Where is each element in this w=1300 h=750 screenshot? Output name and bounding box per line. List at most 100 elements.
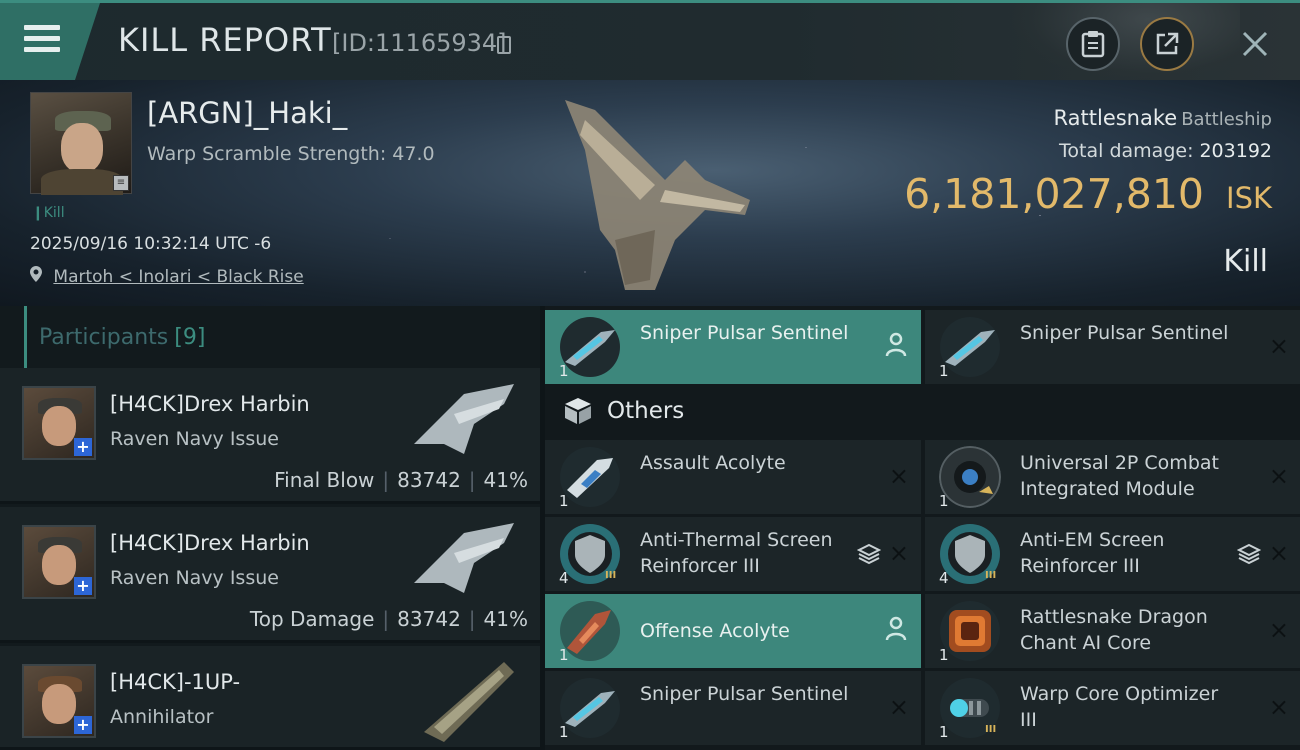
participant-ship-image	[424, 662, 514, 742]
tier-badge: III	[605, 570, 617, 581]
participant-ship-image	[414, 384, 514, 454]
avatar[interactable]: +	[22, 525, 96, 599]
avatar[interactable]: +	[22, 386, 96, 460]
close-icon[interactable]: ×	[1269, 462, 1289, 490]
participant-row[interactable]: + [H4CK]-1UP- Annihilator	[0, 646, 540, 750]
participant-damage: 83742	[397, 607, 461, 631]
item-name: Offense Acolyte	[640, 620, 790, 642]
report-id: [ID:11165934]	[332, 29, 507, 57]
menu-button[interactable]	[0, 3, 100, 80]
planet-backdrop	[1010, 3, 1240, 83]
item-slot[interactable]: 1 Sniper Pulsar Sentinel ×	[545, 671, 921, 745]
item-quantity: 1	[559, 492, 569, 510]
stack-icon[interactable]	[1237, 543, 1261, 565]
item-name: Anti-EM Screen Reinforcer III	[1020, 529, 1165, 577]
clipboard-button[interactable]	[1066, 17, 1120, 71]
item-slot[interactable]: III 4 Anti-EM Screen Reinforcer III ×	[925, 517, 1300, 591]
cube-icon	[565, 398, 591, 424]
victim-avatar[interactable]: ≡	[30, 92, 132, 195]
tier-badge: III	[985, 570, 997, 581]
close-icon[interactable]: ×	[889, 693, 909, 721]
participants-label: Participants	[39, 324, 169, 350]
kill-result: Kill	[1223, 244, 1268, 279]
participant-row[interactable]: + [H4CK]Drex Harbin Raven Navy Issue Top…	[0, 507, 540, 643]
item-name: Warp Core Optimizer III	[1020, 683, 1219, 731]
menu-icon	[24, 25, 60, 53]
item-slot[interactable]: 1 Universal 2P Combat Integrated Module …	[925, 440, 1300, 514]
participant-name: [H4CK]Drex Harbin	[110, 392, 310, 416]
share-button[interactable]	[1140, 17, 1194, 71]
item-quantity: 1	[559, 646, 569, 664]
isk-value: 6,181,027,810 ISK	[904, 170, 1272, 218]
stack-icon[interactable]	[857, 543, 881, 565]
participant-row[interactable]: + [H4CK]Drex Harbin Raven Navy Issue Fin…	[0, 368, 540, 504]
item-slot[interactable]: 1 Sniper Pulsar Sentinel ×	[925, 310, 1300, 384]
victim-ship[interactable]: Rattlesnake Battleship	[1054, 106, 1272, 130]
participant-ship: Annihilator	[110, 706, 214, 728]
close-button[interactable]	[1228, 17, 1282, 71]
menu-tag-icon: ≡	[113, 175, 129, 191]
others-section-header: Others	[545, 384, 1300, 438]
kill-tag: ❙Kill	[32, 205, 65, 221]
participant-percent: 41%	[483, 468, 528, 492]
item-slot[interactable]: III 1 Warp Core Optimizer III ×	[925, 671, 1300, 745]
plus-icon: +	[74, 577, 92, 595]
item-quantity: 1	[559, 723, 569, 741]
page-title: KILL REPORT	[118, 21, 332, 59]
total-damage-label: Total damage:	[1059, 140, 1194, 162]
close-icon	[1242, 31, 1268, 57]
items-panel: 1 Sniper Pulsar Sentinel 1 Sniper Pulsar…	[545, 306, 1300, 750]
plus-icon: +	[74, 438, 92, 456]
copy-icon[interactable]	[497, 36, 511, 54]
participant-name: [H4CK]Drex Harbin	[110, 531, 310, 555]
location-link[interactable]: Martoh < Inolari < Black Rise	[53, 267, 303, 287]
close-icon[interactable]: ×	[889, 539, 909, 567]
person-icon	[885, 616, 907, 641]
tier-badge: III	[985, 724, 997, 735]
item-slot[interactable]: III 4 Anti-Thermal Screen Reinforcer III…	[545, 517, 921, 591]
kill-tag-label: Kill	[43, 205, 65, 221]
close-icon[interactable]: ×	[1269, 693, 1289, 721]
clipboard-icon	[1081, 31, 1105, 58]
participant-stats: Final Blow | 83742 | 41%	[274, 468, 528, 492]
close-icon[interactable]: ×	[1269, 332, 1289, 360]
participant-ship-image	[414, 523, 514, 593]
close-icon[interactable]: ×	[889, 462, 909, 490]
item-quantity: 1	[939, 723, 949, 741]
avatar[interactable]: +	[22, 664, 96, 738]
item-name: Universal 2P Combat Integrated Module	[1020, 452, 1219, 500]
participant-role: Final Blow	[274, 468, 375, 492]
item-slot[interactable]: 1 Assault Acolyte ×	[545, 440, 921, 514]
victim-name[interactable]: [ARGN]_Haki_	[147, 96, 347, 130]
item-name: Rattlesnake Dragon Chant AI Core	[1020, 606, 1208, 654]
ship-class: Battleship	[1181, 109, 1272, 130]
others-label: Others	[607, 398, 685, 424]
close-icon[interactable]: ×	[1269, 616, 1289, 644]
isk-amount: 6,181,027,810	[904, 170, 1205, 218]
participant-percent: 41%	[483, 607, 528, 631]
item-name: Assault Acolyte	[640, 452, 786, 474]
close-icon[interactable]: ×	[1269, 539, 1289, 567]
item-slot[interactable]: 1 Sniper Pulsar Sentinel	[545, 310, 921, 384]
participant-name: [H4CK]-1UP-	[110, 670, 241, 694]
header-bar: KILL REPORT [ID:11165934]	[0, 0, 1300, 83]
participant-role: Top Damage	[249, 607, 375, 631]
share-icon	[1156, 32, 1179, 55]
item-quantity: 1	[939, 362, 949, 380]
item-quantity: 4	[559, 569, 569, 587]
item-name: Sniper Pulsar Sentinel	[640, 322, 849, 344]
item-slot[interactable]: 1 Rattlesnake Dragon Chant AI Core ×	[925, 594, 1300, 668]
item-name: Sniper Pulsar Sentinel	[1020, 322, 1229, 344]
location-pin-icon	[30, 266, 42, 282]
item-quantity: 1	[939, 646, 949, 664]
participant-ship: Raven Navy Issue	[110, 567, 279, 589]
kill-datetime: 2025/09/16 10:32:14 UTC -6	[30, 234, 272, 254]
item-quantity: 1	[559, 362, 569, 380]
item-quantity: 1	[939, 492, 949, 510]
item-slot[interactable]: 1 Offense Acolyte	[545, 594, 921, 668]
kill-location[interactable]: Martoh < Inolari < Black Rise	[30, 266, 304, 287]
item-name: Anti-Thermal Screen Reinforcer III	[640, 529, 833, 577]
participant-stats: Top Damage | 83742 | 41%	[249, 607, 528, 631]
item-quantity: 4	[939, 569, 949, 587]
ship-name: Rattlesnake	[1053, 106, 1178, 130]
